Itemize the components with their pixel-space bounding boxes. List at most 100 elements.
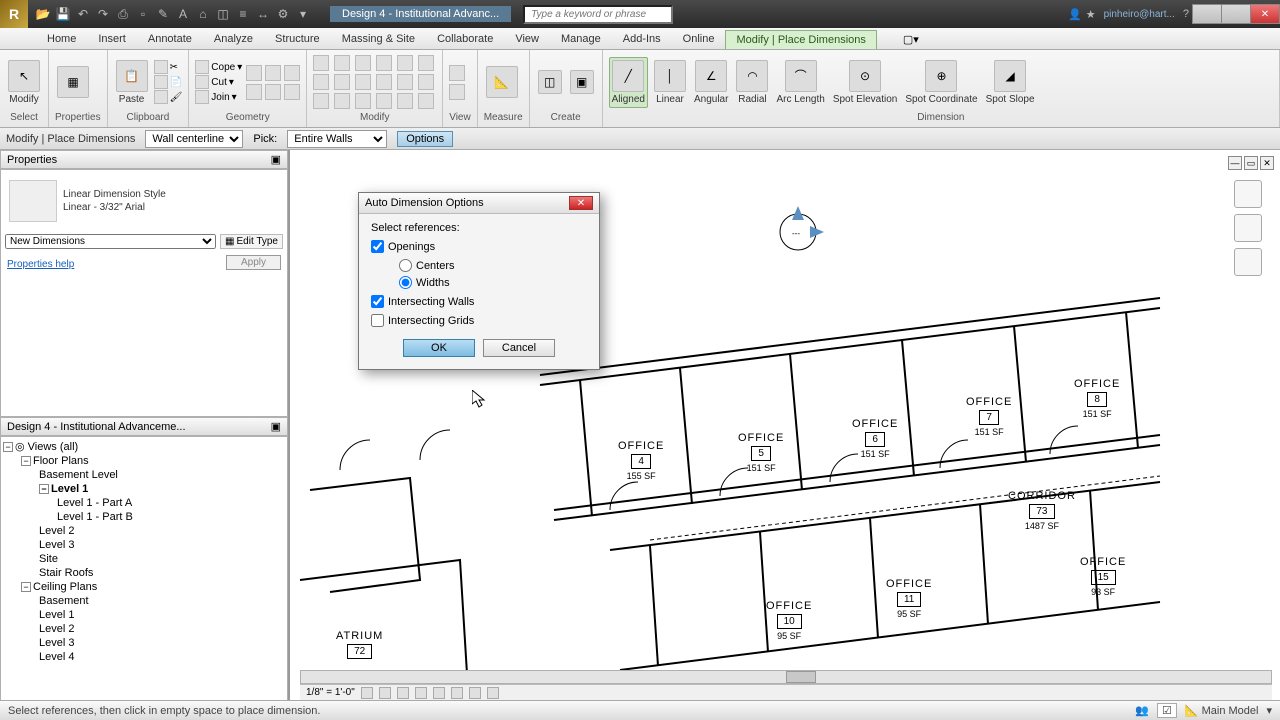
open-icon[interactable]: 📂 (34, 5, 52, 23)
tree-toggle[interactable]: − (3, 442, 13, 452)
tree-toggle[interactable]: − (21, 456, 31, 466)
tree-node[interactable]: Basement (3, 594, 285, 608)
qat-icon[interactable]: ▾ (294, 5, 312, 23)
geom-tool[interactable] (284, 84, 300, 100)
cut-clipboard-button[interactable]: ✂ (154, 60, 183, 74)
qat-icon[interactable]: ⚙ (274, 5, 292, 23)
spot-elevation-button[interactable]: ⊙Spot Elevation (831, 58, 900, 107)
modify-tool[interactable] (418, 55, 434, 71)
tree-node[interactable]: Level 3 (3, 636, 285, 650)
tree-node[interactable]: Level 1 - Part A (3, 496, 285, 510)
tree-node[interactable]: Site (3, 552, 285, 566)
sun-path-icon[interactable] (397, 687, 409, 699)
modify-tool[interactable] (313, 74, 329, 90)
arc-length-button[interactable]: ⌒Arc Length (774, 58, 826, 107)
spot-slope-button[interactable]: ◢Spot Slope (984, 58, 1037, 107)
shadows-icon[interactable] (415, 687, 427, 699)
modify-tool[interactable] (397, 55, 413, 71)
nav-zoom-icon[interactable] (1234, 214, 1262, 242)
view-tool[interactable] (449, 84, 465, 100)
apply-button[interactable]: Apply (226, 255, 281, 270)
tab-annotate[interactable]: Annotate (137, 29, 203, 49)
properties-help-link[interactable]: Properties help (7, 259, 74, 270)
tree-node[interactable]: Level 1 - Part B (3, 510, 285, 524)
view-max-icon[interactable]: ▭ (1244, 156, 1258, 170)
geom-tool[interactable] (246, 84, 262, 100)
modify-tool[interactable] (355, 55, 371, 71)
app-icon[interactable]: R (0, 0, 28, 28)
tab-home[interactable]: Home (36, 29, 87, 49)
qat-icon[interactable]: ⌂ (194, 5, 212, 23)
tab-modify-place-dimensions[interactable]: Modify | Place Dimensions (725, 30, 876, 49)
modify-tool[interactable] (334, 55, 350, 71)
create-tool[interactable]: ▣ (568, 68, 596, 96)
tab-online[interactable]: Online (672, 29, 726, 49)
modify-button[interactable]: ↖Modify (6, 58, 42, 107)
edit-type-button[interactable]: ▦ Edit Type (220, 234, 283, 249)
minimize-button[interactable]: — (1192, 4, 1222, 24)
redo-icon[interactable]: ↷ (94, 5, 112, 23)
crop-region-icon[interactable] (451, 687, 463, 699)
reveal-icon[interactable] (487, 687, 499, 699)
instance-filter-select[interactable]: New Dimensions (5, 234, 216, 249)
save-icon[interactable]: 💾 (54, 5, 72, 23)
cut-button[interactable]: Cut ▾ (195, 75, 242, 89)
qat-icon[interactable]: ≡ (234, 5, 252, 23)
modify-tool[interactable] (376, 74, 392, 90)
ribbon-collapse-icon[interactable]: ▢▾ (897, 30, 925, 49)
cope-button[interactable]: Cope ▾ (195, 60, 242, 74)
close-button[interactable]: ✕ (1250, 4, 1280, 24)
radial-dimension-button[interactable]: ◠Radial (734, 58, 770, 107)
tree-node[interactable]: Level 2 (3, 622, 285, 636)
tab-insert[interactable]: Insert (87, 29, 137, 49)
view-style-icon[interactable] (379, 687, 391, 699)
workset-icon[interactable]: 👥 (1135, 704, 1149, 717)
hide-isolate-icon[interactable] (469, 687, 481, 699)
qat-icon[interactable]: ↔ (254, 5, 272, 23)
paste-button[interactable]: 📋Paste (114, 58, 150, 107)
modify-tool[interactable] (376, 55, 392, 71)
match-type-button[interactable]: 🖌 (154, 90, 183, 104)
tab-collaborate[interactable]: Collaborate (426, 29, 504, 49)
modify-tool[interactable] (397, 93, 413, 109)
qat-icon[interactable]: ▫ (134, 5, 152, 23)
centers-radio[interactable]: Centers (399, 259, 587, 272)
tab-massing[interactable]: Massing & Site (331, 29, 426, 49)
dialog-close-button[interactable]: ✕ (569, 196, 593, 210)
print-icon[interactable]: ⎙ (114, 5, 132, 23)
intersecting-walls-checkbox[interactable]: Intersecting Walls (371, 295, 587, 308)
modify-tool[interactable] (355, 93, 371, 109)
tree-node[interactable]: Basement Level (3, 468, 285, 482)
modify-tool[interactable] (334, 74, 350, 90)
maximize-button[interactable]: ▭ (1221, 4, 1251, 24)
angular-dimension-button[interactable]: ∠Angular (692, 58, 730, 107)
filter-icon[interactable]: ▾ (1266, 704, 1272, 717)
undo-icon[interactable]: ↶ (74, 5, 92, 23)
panel-close-icon[interactable]: ▣ (271, 420, 281, 433)
modify-tool[interactable] (355, 74, 371, 90)
nav-wheel-icon[interactable] (1234, 180, 1262, 208)
project-browser[interactable]: −◎ Views (all) −Floor Plans Basement Lev… (0, 436, 288, 720)
type-selector[interactable]: Linear Dimension Style Linear - 3/32" Ar… (5, 174, 283, 232)
view-tool[interactable] (449, 65, 465, 81)
tree-node[interactable]: Level 2 (3, 524, 285, 538)
ok-button[interactable]: OK (403, 339, 475, 357)
horizontal-scrollbar[interactable] (300, 670, 1272, 684)
tree-toggle[interactable]: − (39, 484, 49, 494)
tab-addins[interactable]: Add-Ins (612, 29, 672, 49)
qat-icon[interactable]: A (174, 5, 192, 23)
measure-button[interactable]: 📐 (484, 64, 520, 100)
favorite-icon[interactable]: ★ (1086, 8, 1096, 21)
tab-structure[interactable]: Structure (264, 29, 331, 49)
panel-close-icon[interactable]: ▣ (271, 153, 281, 166)
tree-node[interactable]: Level 4 (3, 650, 285, 664)
crop-icon[interactable] (433, 687, 445, 699)
geom-tool[interactable] (284, 65, 300, 81)
spot-coordinate-button[interactable]: ⊕Spot Coordinate (903, 58, 979, 107)
infocenter-icon[interactable]: 👤 (1068, 8, 1082, 21)
geom-tool[interactable] (265, 65, 281, 81)
tree-node[interactable]: Stair Roofs (3, 566, 285, 580)
aligned-dimension-button[interactable]: ╱Aligned (609, 57, 648, 108)
tab-view[interactable]: View (504, 29, 550, 49)
view-detail-icon[interactable] (361, 687, 373, 699)
